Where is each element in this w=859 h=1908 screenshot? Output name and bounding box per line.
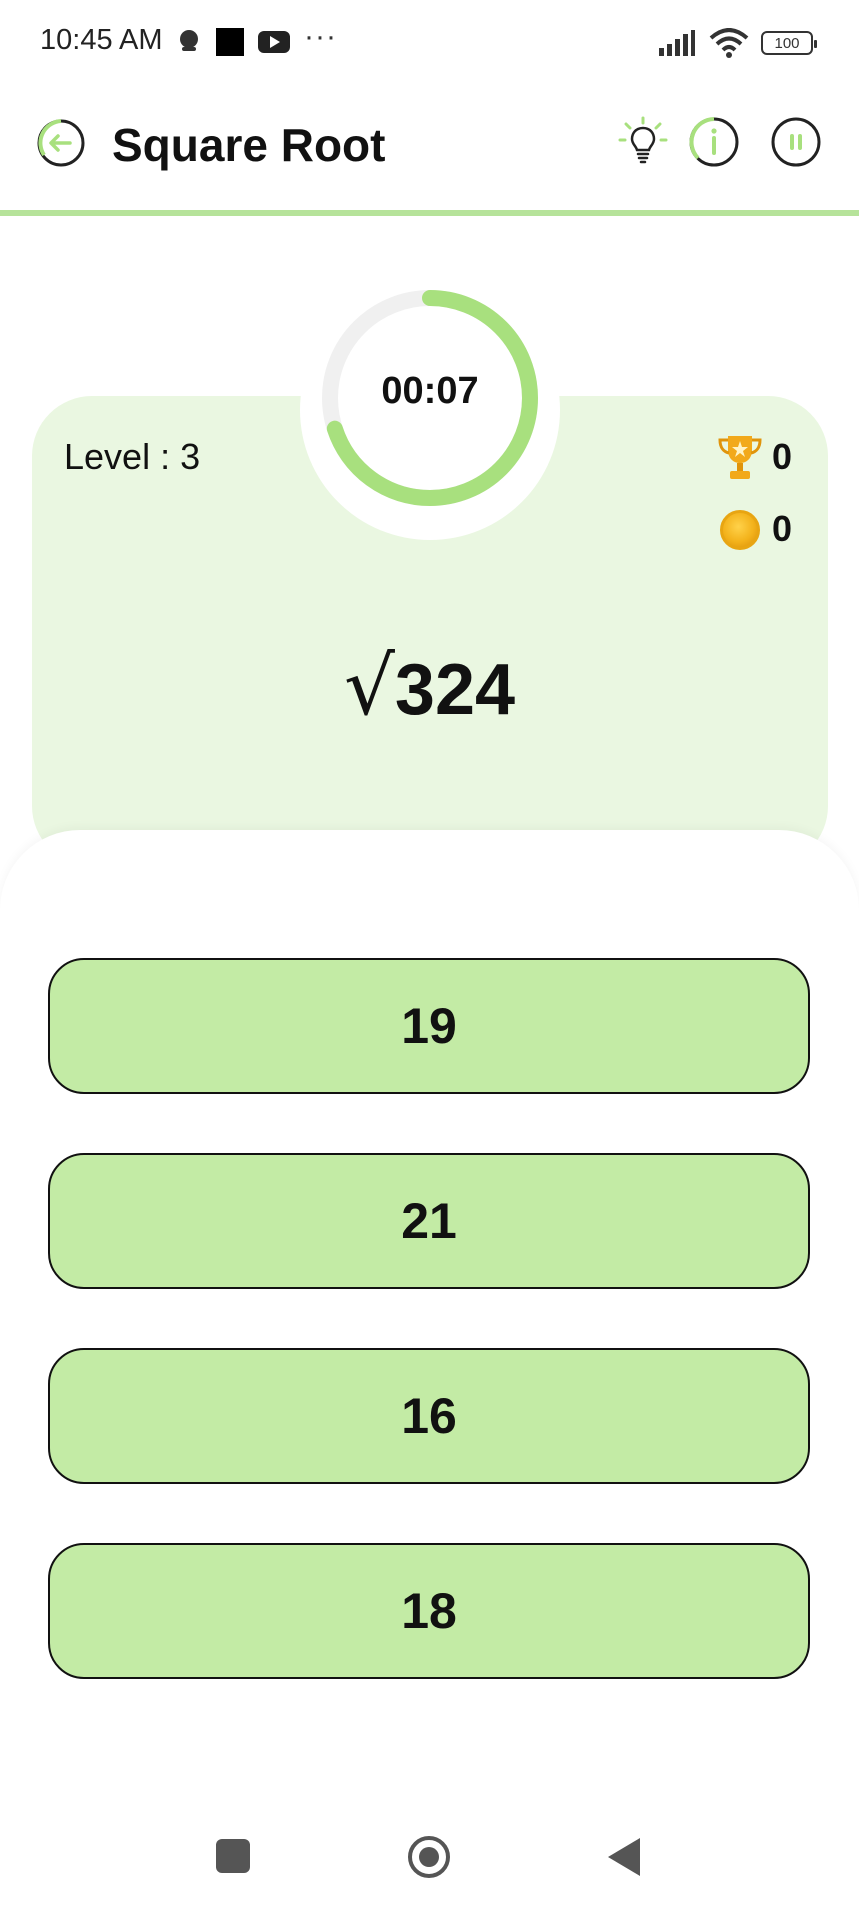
signal-icon — [659, 30, 695, 56]
info-icon[interactable] — [688, 116, 740, 168]
trophy-icon — [718, 436, 762, 479]
header-divider — [0, 210, 859, 216]
wifi-icon — [709, 28, 749, 58]
status-icons-right: 100 — [657, 28, 817, 58]
coin-count: 0 — [772, 508, 793, 549]
square-icon — [216, 28, 244, 56]
recents-icon[interactable] — [216, 1839, 250, 1873]
lightbulb-icon[interactable] — [618, 116, 668, 166]
more-dots-icon: ··· — [304, 20, 337, 53]
notification-icon — [180, 30, 198, 51]
radical-symbol: √ — [343, 640, 395, 733]
back-arrow-icon[interactable] — [36, 118, 86, 168]
pause-icon[interactable] — [770, 116, 822, 168]
level-label: Level : 3 — [64, 436, 201, 477]
timer-text: 00:07 — [381, 370, 479, 412]
question-expression: √324 — [0, 640, 859, 733]
status-time: 10:45 AM — [40, 24, 163, 56]
battery-icon: 100 — [761, 31, 817, 55]
page-title: Square Root — [112, 119, 386, 171]
home-icon[interactable] — [408, 1836, 450, 1878]
answer-option-1[interactable]: 19 — [48, 958, 810, 1094]
status-icons-left: ··· — [176, 20, 337, 56]
answer-option-4[interactable]: 18 — [48, 1543, 810, 1679]
trophy-count: 0 — [772, 436, 793, 477]
status-bar: 10:45 AM ··· 100 — [0, 0, 859, 86]
back-icon[interactable] — [608, 1838, 640, 1876]
question-number: 324 — [394, 650, 516, 730]
youtube-icon — [258, 31, 290, 53]
answer-option-2[interactable]: 21 — [48, 1153, 810, 1289]
app-header: Square Root — [0, 96, 859, 212]
coin-icon — [720, 510, 760, 550]
answer-option-3[interactable]: 16 — [48, 1348, 810, 1484]
